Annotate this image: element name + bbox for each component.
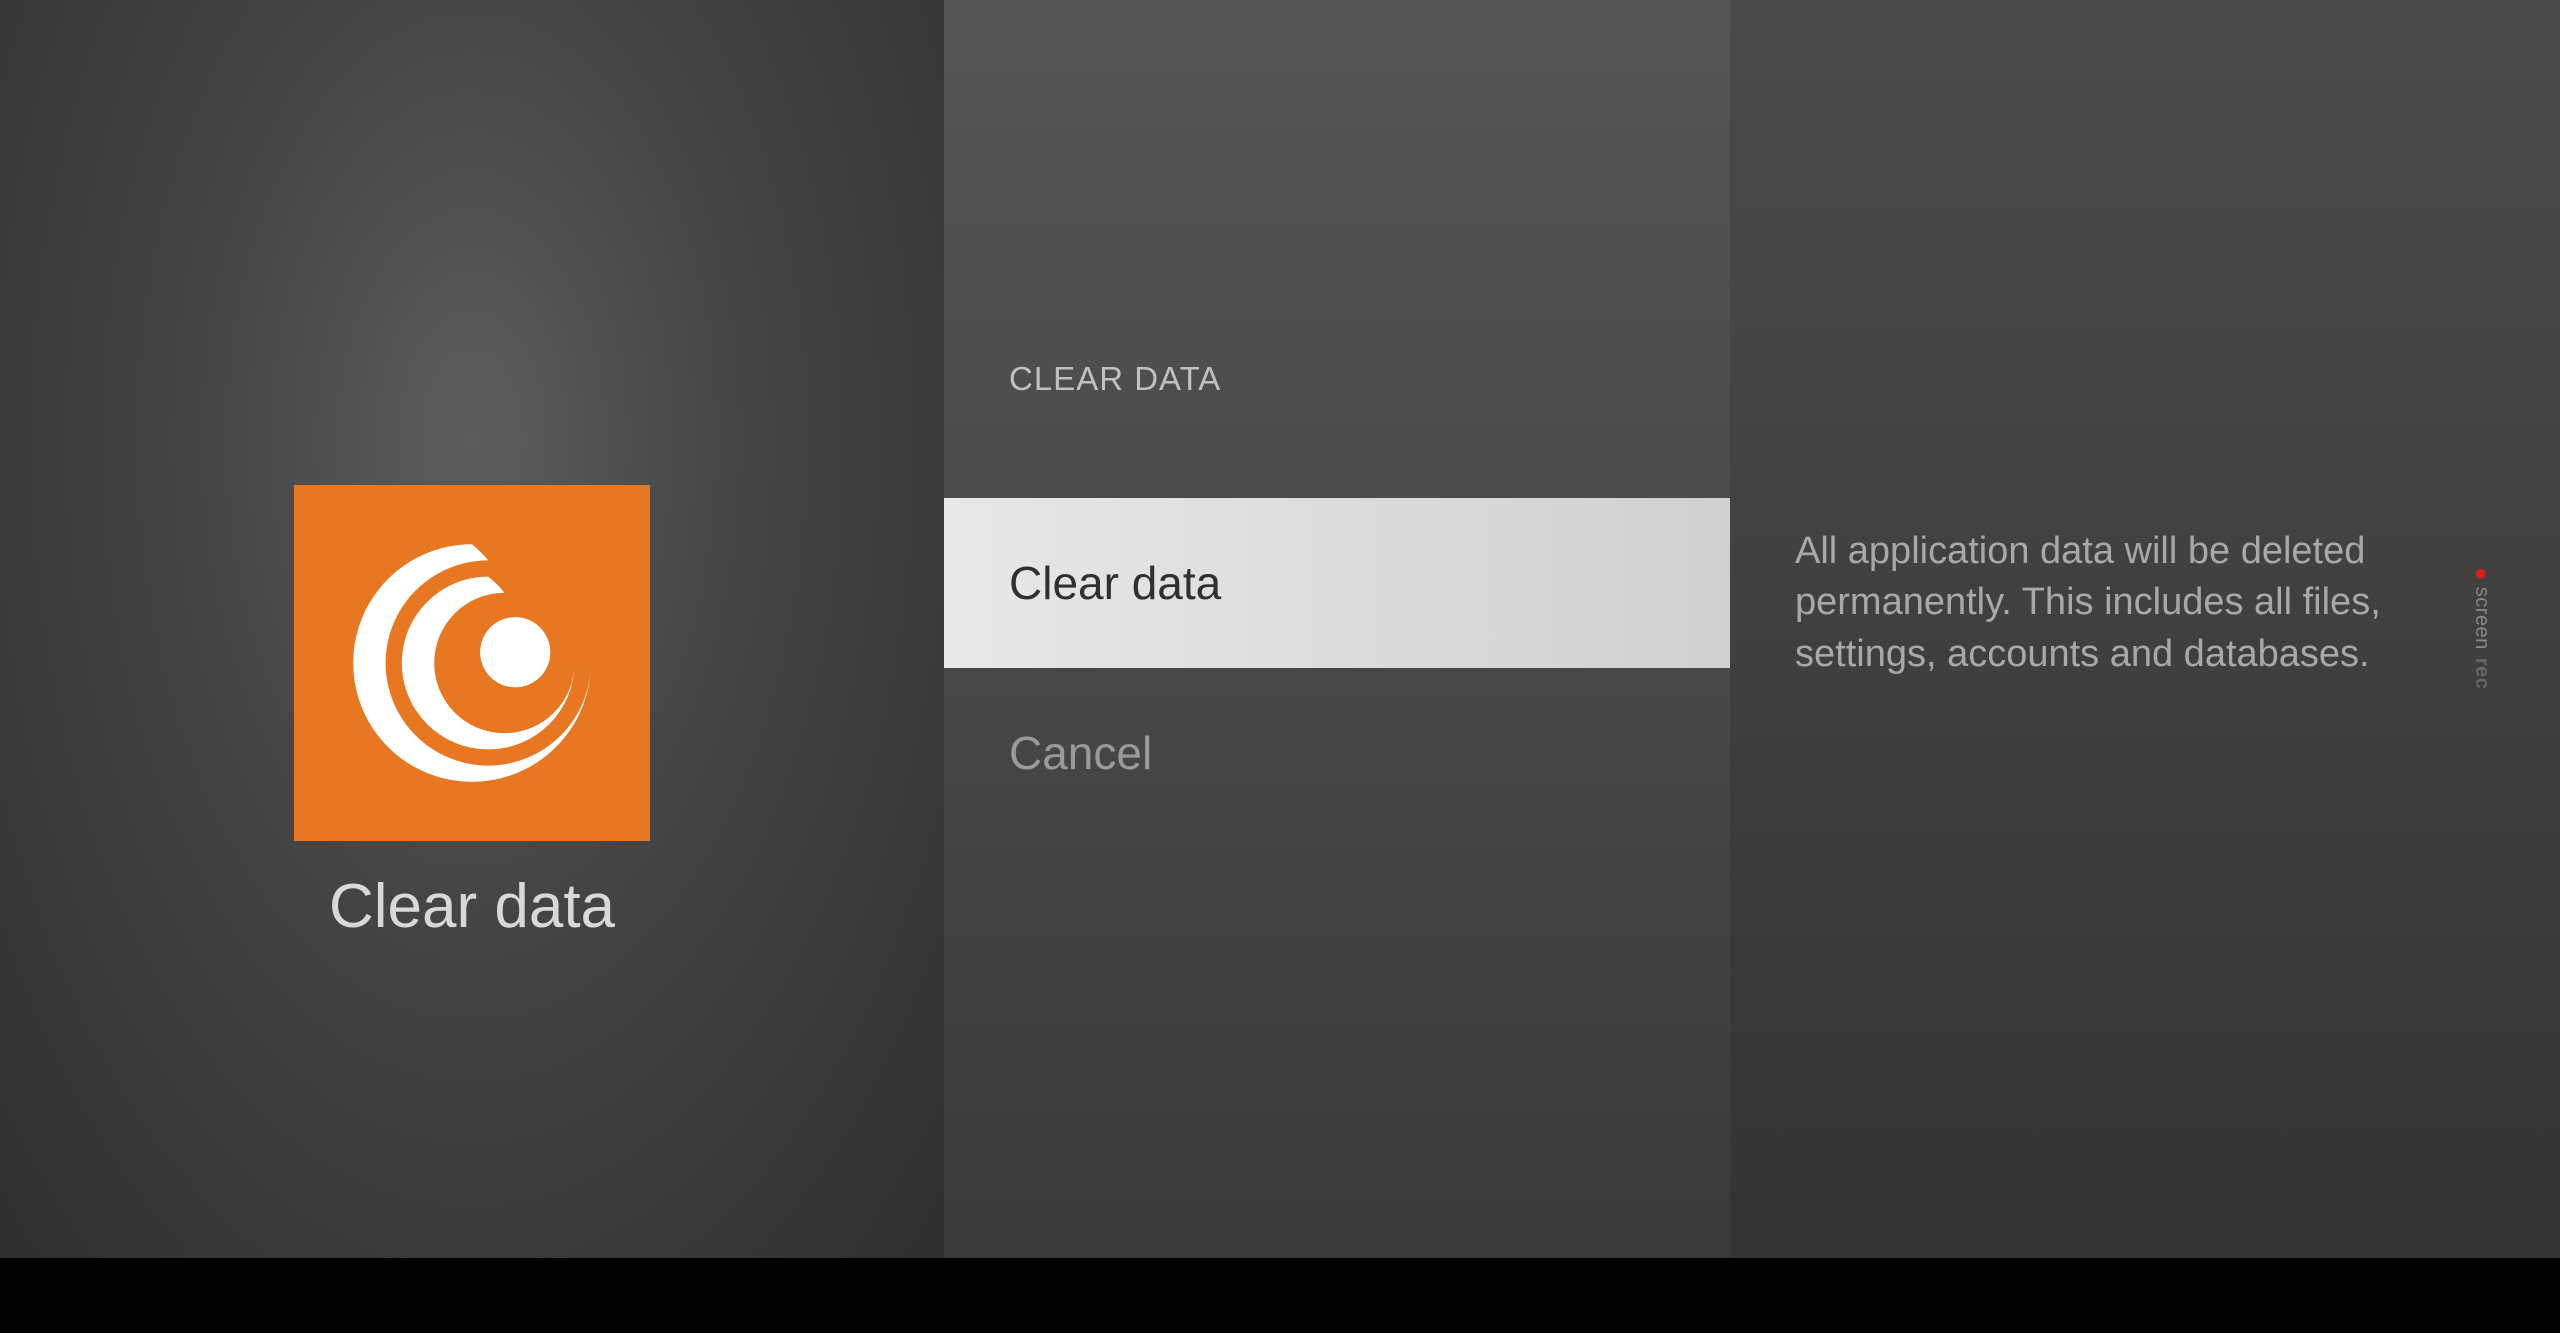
left-panel: Clear data [0, 0, 944, 1258]
screen-recorder-watermark: screen rec [2470, 569, 2493, 690]
section-header: CLEAR DATA [944, 360, 1730, 398]
crunchyroll-icon [294, 485, 650, 841]
cancel-button[interactable]: Cancel [944, 668, 1730, 838]
main-container: Clear data CLEAR DATA Clear data Cancel … [0, 0, 2560, 1258]
clear-data-label: Clear data [1009, 556, 1221, 610]
app-title: Clear data [329, 871, 615, 942]
cancel-label: Cancel [1009, 726, 1152, 780]
app-logo-svg [337, 528, 607, 798]
record-dot-icon [2477, 569, 2487, 579]
bottom-bar [0, 1258, 2560, 1333]
description-text: All application data will be deleted per… [1795, 526, 2460, 680]
recorder-prefix: screen [2470, 587, 2493, 650]
clear-data-button[interactable]: Clear data [944, 498, 1730, 668]
middle-panel: CLEAR DATA Clear data Cancel [944, 0, 1730, 1258]
right-panel: All application data will be deleted per… [1730, 0, 2560, 1258]
recorder-suffix: rec [2470, 658, 2493, 690]
